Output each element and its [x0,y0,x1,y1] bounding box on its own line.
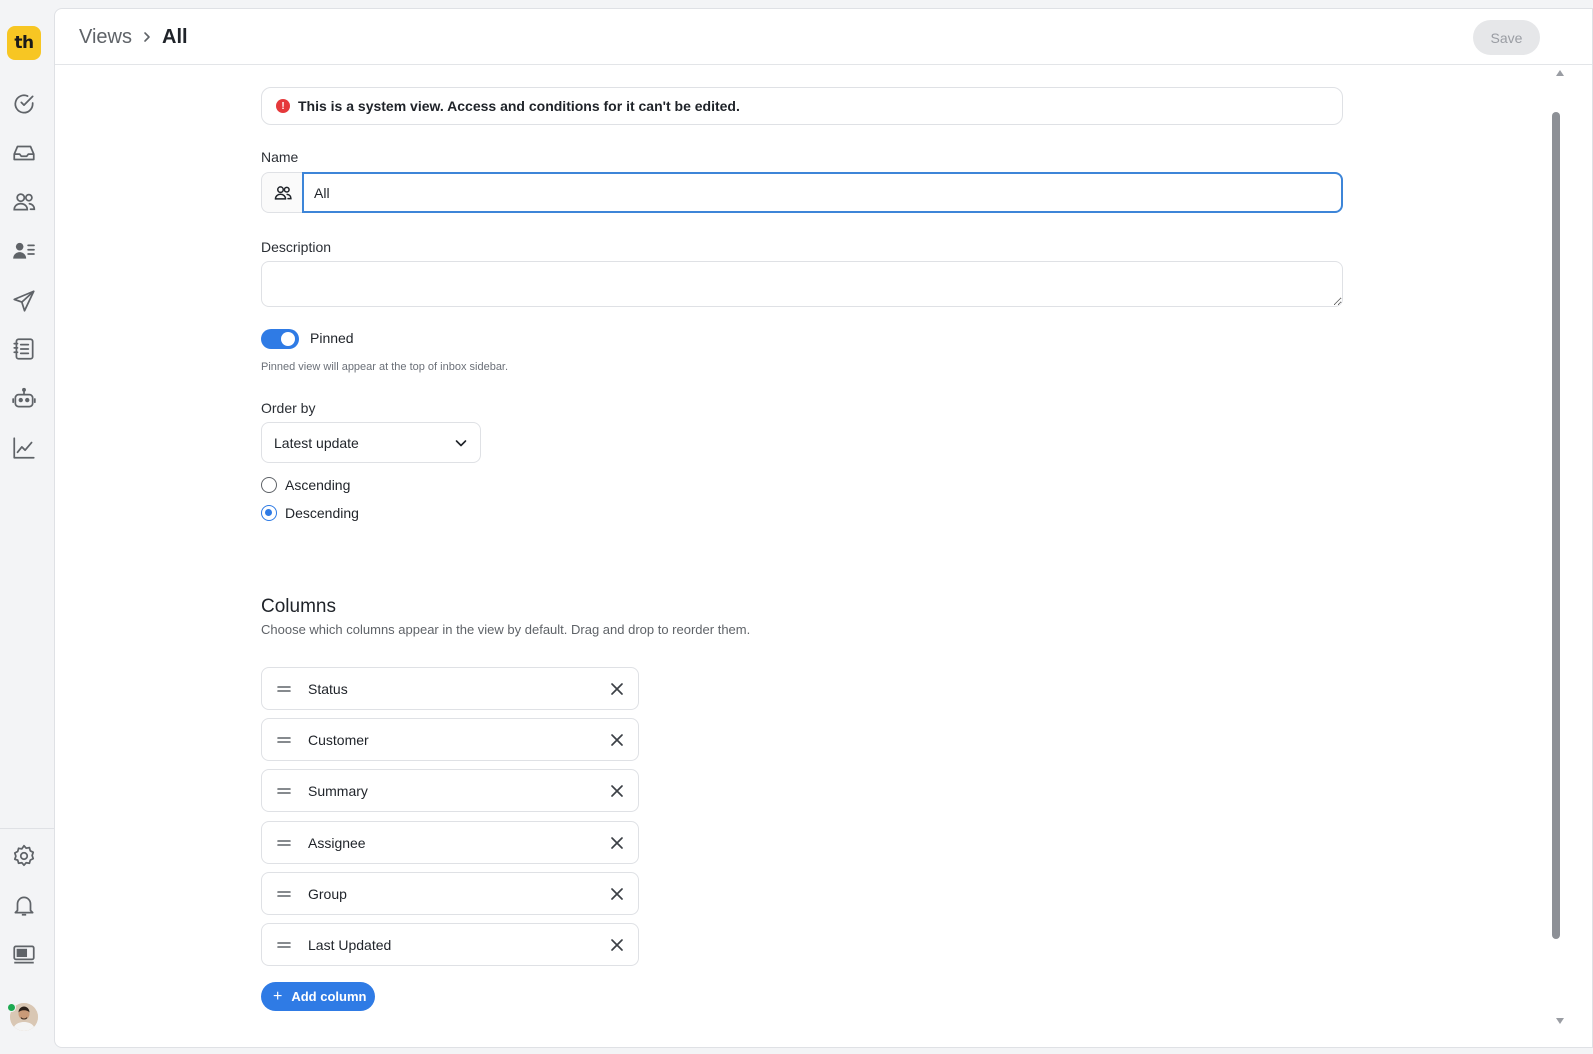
send-icon[interactable] [10,287,38,315]
alert-icon: ! [276,99,290,113]
column-label: Summary [308,783,368,800]
breadcrumb-current: All [162,26,188,48]
order-by-label: Order by [261,400,316,416]
name-field-group [261,172,1343,213]
column-label: Assignee [308,834,366,851]
rail-divider [0,828,54,829]
chevron-right-icon [144,32,150,42]
add-column-label: Add column [291,989,367,1004]
app-logo-text: th [14,33,34,53]
drag-handle-icon[interactable] [276,784,292,798]
breadcrumb-views-link[interactable]: Views [79,26,132,49]
column-label: Group [308,885,347,902]
inbox-icon[interactable] [10,139,38,167]
scroll-up-arrow[interactable] [1556,70,1564,76]
plus-icon: + [273,987,283,1005]
column-label: Last Updated [308,937,392,953]
pinned-label: Pinned [310,330,354,346]
scrollbar-thumb[interactable] [1552,112,1560,939]
drag-handle-icon[interactable] [276,938,292,952]
column-label: Status [308,681,348,697]
descending-radio[interactable] [261,505,277,521]
columns-title: Columns [261,596,336,617]
close-icon[interactable] [608,834,626,852]
document-list-icon[interactable] [10,335,38,363]
analytics-icon[interactable] [10,434,38,462]
ascending-label: Ascending [285,477,351,493]
add-column-button[interactable]: + Add column [261,982,375,1011]
chevron-down-icon [455,440,467,447]
drag-handle-icon[interactable] [276,836,292,850]
app-rail: th [0,0,54,1054]
alert-text: This is a system view. Access and condit… [298,98,740,114]
close-icon[interactable] [608,680,626,698]
order-by-select[interactable]: Latest update [261,422,481,463]
drag-handle-icon[interactable] [276,733,292,747]
description-input[interactable] [261,261,1343,307]
descending-label: Descending [285,505,359,521]
contacts-icon[interactable] [10,237,38,265]
descending-radio-option[interactable]: Descending [261,505,359,521]
name-input[interactable] [302,172,1343,213]
name-label: Name [261,149,299,165]
description-label: Description [261,239,332,255]
columns-subtitle: Choose which columns appear in the view … [261,622,751,637]
column-label: Customer [308,732,369,749]
users-icon[interactable] [10,188,38,216]
main-panel: Views All Save ! This is a system view. … [54,8,1593,1048]
close-icon[interactable] [608,782,626,800]
column-item[interactable]: Assignee [261,820,639,864]
close-icon[interactable] [608,885,626,903]
column-item[interactable]: Customer [261,718,639,762]
close-icon[interactable] [608,936,626,954]
pinned-helper-text: Pinned view will appear at the top of in… [261,361,509,373]
column-item[interactable]: Summary [261,769,639,813]
online-status-dot [7,1003,16,1012]
order-by-value: Latest update [274,434,359,451]
scroll-down-arrow[interactable] [1556,1018,1564,1024]
drag-handle-icon[interactable] [276,682,292,696]
column-item[interactable]: Last Updated [261,923,639,966]
gear-icon[interactable] [10,842,38,870]
pinned-toggle[interactable] [261,329,299,349]
ascending-radio[interactable] [261,477,277,493]
column-item[interactable]: Status [261,667,639,710]
bot-icon[interactable] [10,385,38,413]
users-icon [261,172,303,213]
app-logo[interactable]: th [7,26,41,60]
bell-icon[interactable] [10,891,38,919]
drag-handle-icon[interactable] [276,887,292,901]
save-button[interactable]: Save [1473,20,1540,55]
close-icon[interactable] [608,731,626,749]
check-circle-icon[interactable] [10,90,38,118]
system-view-alert: ! This is a system view. Access and cond… [261,87,1343,125]
pinned-toggle-knob [281,332,295,346]
ascending-radio-option[interactable]: Ascending [261,477,350,493]
billing-icon[interactable] [10,940,38,968]
column-item[interactable]: Group [261,871,639,915]
top-bar: Views All Save [55,9,1592,65]
